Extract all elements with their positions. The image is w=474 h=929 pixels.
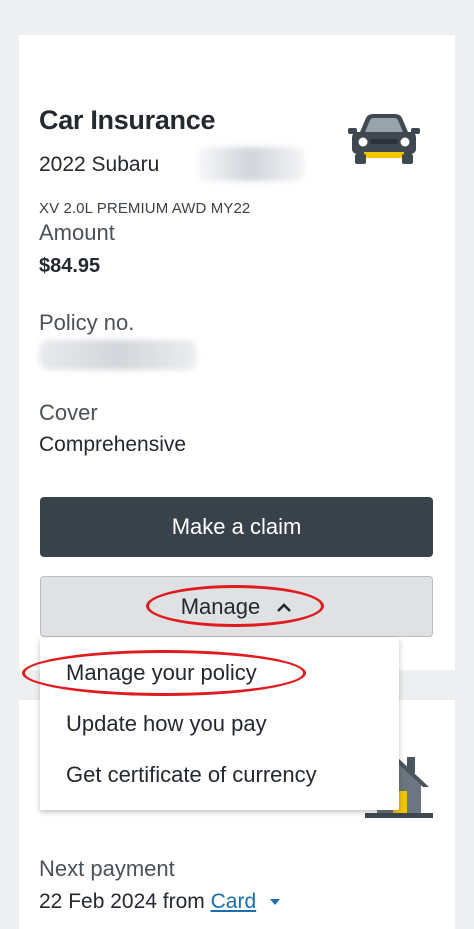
car-icon <box>348 114 420 164</box>
menu-item-manage-policy[interactable]: Manage your policy <box>66 660 257 686</box>
next-payment-date: 22 Feb 2024 from <box>39 890 205 913</box>
chevron-up-icon <box>277 602 292 612</box>
policy-card: Car Insurance 2022 Subaru XV 2.0L PREMIU… <box>19 35 455 670</box>
make-claim-button[interactable]: Make a claim <box>40 497 433 557</box>
caret-down-icon[interactable] <box>269 899 280 906</box>
manage-dropdown-menu: Manage your policy Update how you pay Ge… <box>40 638 399 810</box>
next-payment-value: 22 Feb 2024 from Card <box>39 890 280 914</box>
vehicle-name: 2022 Subaru <box>39 153 160 176</box>
manage-button-label: Manage <box>180 593 261 619</box>
amount-label: Amount <box>39 220 115 245</box>
next-payment-label: Next payment <box>39 856 175 881</box>
menu-item-update-payment[interactable]: Update how you pay <box>66 711 267 737</box>
policy-title: Car Insurance <box>39 105 216 135</box>
payment-method-link[interactable]: Card <box>211 890 257 913</box>
cover-label: Cover <box>39 400 98 425</box>
registration-blurred <box>197 147 305 181</box>
cover-value: Comprehensive <box>39 433 187 456</box>
menu-item-certificate[interactable]: Get certificate of currency <box>66 762 317 788</box>
vehicle-variant: XV 2.0L PREMIUM AWD MY22 <box>39 200 251 217</box>
policy-number-label: Policy no. <box>39 310 135 335</box>
policy-number-blurred <box>39 340 197 370</box>
manage-button[interactable]: Manage <box>40 576 433 637</box>
amount-value: $84.95 <box>39 255 101 277</box>
